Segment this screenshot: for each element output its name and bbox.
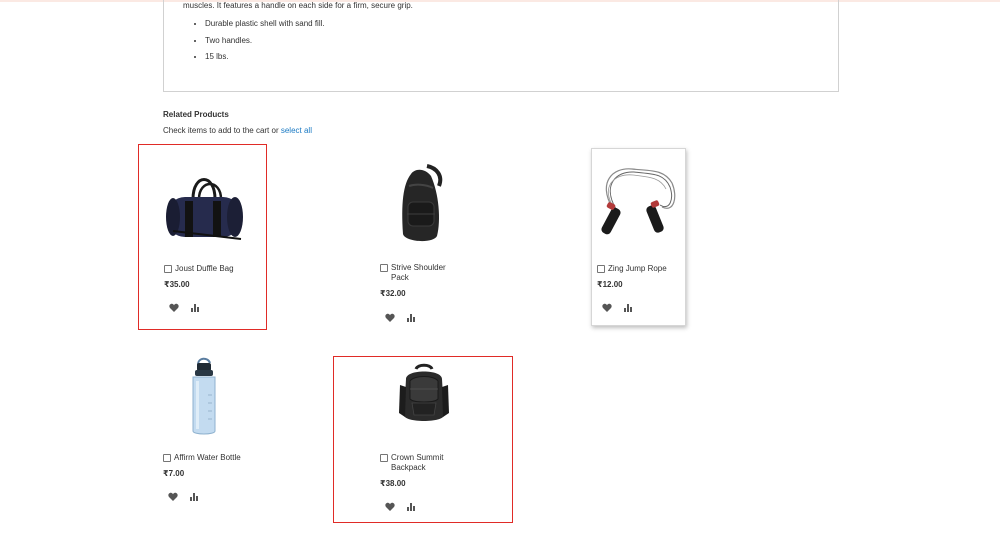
compare-icon[interactable]	[623, 303, 633, 313]
related-instruction: Check items to add to the cart or select…	[163, 126, 312, 135]
product-card-water-bottle[interactable]: Affirm Water Bottle ₹7.00	[138, 345, 267, 520]
compare-icon[interactable]	[406, 502, 416, 512]
bullet-item: Durable plastic shell with sand fill.	[205, 16, 325, 33]
product-card-jump-rope[interactable]: Zing Jump Rope ₹12.00	[591, 148, 686, 326]
product-price: ₹38.00	[380, 479, 406, 488]
product-name[interactable]: Joust Duffle Bag	[175, 264, 234, 274]
product-card-duffle-bag[interactable]: Joust Duffle Bag ₹35.00	[138, 144, 267, 330]
product-name[interactable]: Zing Jump Rope	[608, 264, 667, 274]
product-name[interactable]: Affirm Water Bottle	[174, 453, 241, 463]
product-name[interactable]: Crown Summit Backpack	[391, 453, 461, 473]
product-name[interactable]: Strive Shoulder Pack	[391, 263, 461, 283]
product-price: ₹7.00	[163, 469, 185, 478]
product-actions	[168, 492, 199, 502]
compare-icon[interactable]	[190, 303, 200, 313]
product-actions	[385, 502, 416, 512]
product-checkbox[interactable]	[597, 265, 605, 273]
product-actions	[602, 303, 633, 313]
related-products-title: Related Products	[163, 110, 229, 119]
heart-icon[interactable]	[602, 303, 612, 313]
product-price: ₹35.00	[164, 280, 190, 289]
heart-icon[interactable]	[169, 303, 179, 313]
heart-icon[interactable]	[385, 502, 395, 512]
compare-icon[interactable]	[189, 492, 199, 502]
bullet-item: 15 lbs.	[205, 49, 325, 66]
product-checkbox[interactable]	[380, 454, 388, 462]
water-bottle-image[interactable]	[188, 355, 220, 437]
shoulder-pack-image[interactable]	[393, 164, 449, 246]
instruction-text: Check items to add to the cart or	[163, 126, 279, 135]
product-checkbox[interactable]	[164, 265, 172, 273]
duffle-bag-image[interactable]	[163, 169, 247, 245]
product-checkbox[interactable]	[163, 454, 171, 462]
product-checkbox[interactable]	[380, 264, 388, 272]
product-card-shoulder-pack[interactable]: Strive Shoulder Pack ₹32.00	[355, 144, 484, 330]
product-card-backpack[interactable]: Crown Summit Backpack ₹38.00	[333, 356, 513, 523]
heart-icon[interactable]	[168, 492, 178, 502]
product-price: ₹12.00	[597, 280, 623, 289]
compare-icon[interactable]	[406, 313, 416, 323]
bullet-item: Two handles.	[205, 33, 325, 50]
jump-rope-image[interactable]	[598, 163, 680, 247]
backpack-image[interactable]	[394, 363, 454, 427]
heart-icon[interactable]	[385, 313, 395, 323]
description-bullets: Durable plastic shell with sand fill. Tw…	[193, 16, 325, 66]
select-all-link[interactable]: select all	[281, 126, 312, 135]
product-actions	[169, 303, 200, 313]
description-text: muscles. It features a handle on each si…	[183, 1, 413, 10]
product-actions	[385, 313, 416, 323]
product-price: ₹32.00	[380, 289, 406, 298]
